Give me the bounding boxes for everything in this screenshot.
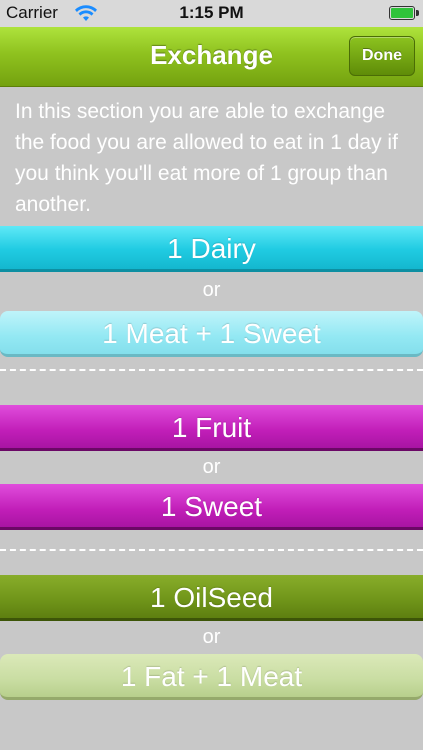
oilseed-button[interactable]: 1 OilSeed: [0, 575, 423, 621]
or-label: or: [202, 626, 221, 648]
navigation-bar: Exchange Done: [0, 27, 423, 87]
or-label: or: [202, 456, 221, 478]
status-time: 1:15 PM: [179, 3, 244, 22]
meat-sweet-button[interactable]: 1 Meat + 1 Sweet: [0, 311, 423, 357]
section-divider: [0, 369, 423, 371]
intro-text: In this section you are able to exchange…: [15, 100, 398, 216]
section-divider: [0, 549, 423, 551]
fruit-button[interactable]: 1 Fruit: [0, 405, 423, 451]
done-button[interactable]: Done: [349, 36, 415, 76]
fat-meat-button[interactable]: 1 Fat + 1 Meat: [0, 654, 423, 700]
dairy-button[interactable]: 1 Dairy: [0, 226, 423, 272]
or-label: or: [202, 279, 221, 301]
battery-icon: [389, 6, 419, 20]
sweet-button[interactable]: 1 Sweet: [0, 484, 423, 530]
status-bar: Carrier 1:15 PM: [0, 0, 423, 27]
